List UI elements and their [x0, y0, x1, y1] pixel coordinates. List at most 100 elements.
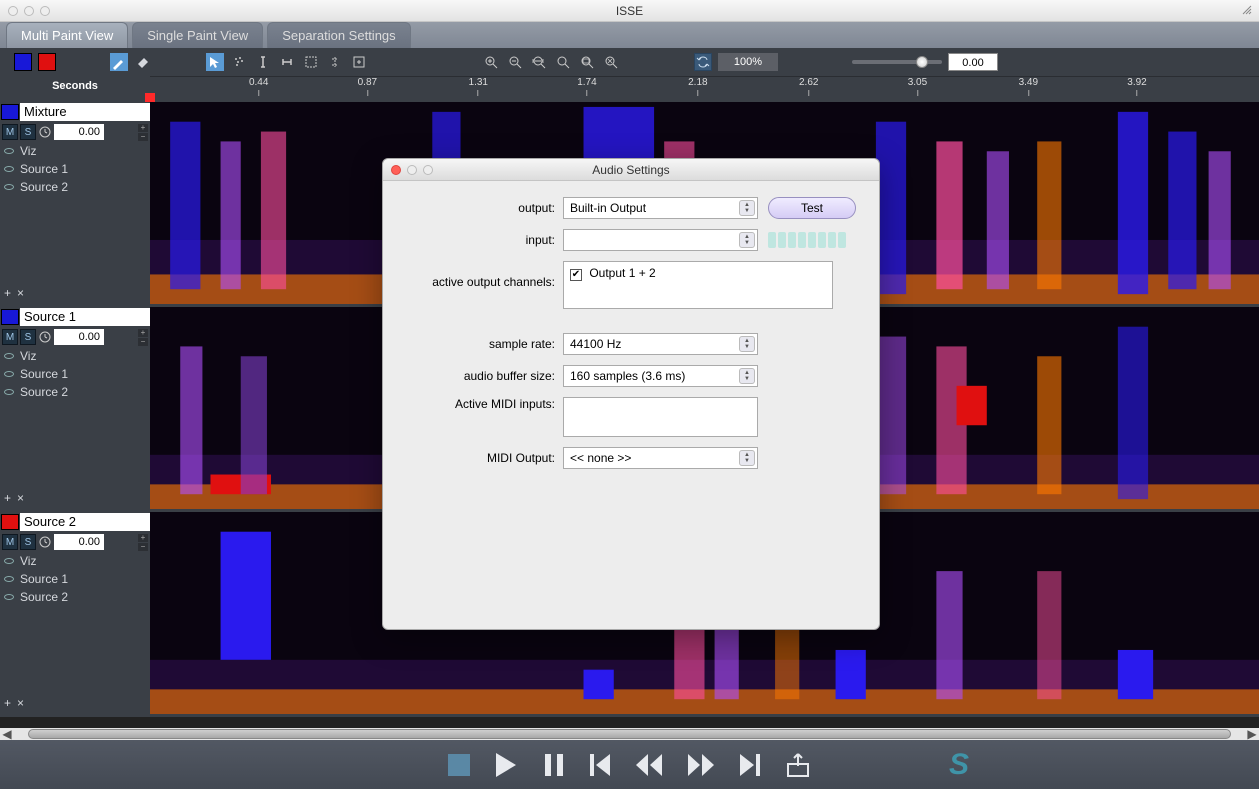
track-item-viz[interactable]: Viz [0, 552, 150, 570]
checkbox-checked-icon[interactable]: ✔ [570, 269, 582, 281]
export-button[interactable] [784, 752, 812, 778]
remove-layer-button[interactable]: × [17, 491, 24, 505]
track-item-source1[interactable]: Source 1 [0, 160, 150, 178]
track-item-source1[interactable]: Source 1 [0, 570, 150, 588]
track-title[interactable]: Mixture [20, 103, 150, 121]
spray-tool-icon[interactable] [230, 53, 248, 71]
track-item-viz[interactable]: Viz [0, 347, 150, 365]
expand-button[interactable]: + [138, 534, 148, 542]
sample-rate-select[interactable]: 44100 Hz ▲▼ [563, 333, 758, 355]
remove-layer-button[interactable]: × [17, 696, 24, 710]
expand-button[interactable]: + [138, 124, 148, 132]
freq-select-tool-icon[interactable] [326, 53, 344, 71]
input-device-select[interactable]: ▲▼ [563, 229, 758, 251]
output-channel-label: Output 1 + 2 [589, 266, 655, 280]
loop-toggle-icon[interactable] [694, 53, 712, 71]
brush-tool-icon[interactable] [110, 53, 128, 71]
add-layer-button[interactable]: + [4, 491, 11, 505]
tab-single-paint-view[interactable]: Single Paint View [132, 22, 263, 48]
zoom-horiz-in-icon[interactable] [530, 53, 548, 71]
clock-icon[interactable] [38, 125, 52, 139]
mute-button[interactable]: M [2, 329, 18, 345]
track-item-source1[interactable]: Source 1 [0, 365, 150, 383]
test-button[interactable]: Test [768, 197, 856, 219]
zoom-out-icon[interactable] [506, 53, 524, 71]
output-channels-listbox[interactable]: ✔ Output 1 + 2 [563, 261, 833, 309]
track-color-swatch[interactable] [1, 309, 19, 325]
track-item-source2[interactable]: Source 2 [0, 178, 150, 196]
output-channel-item[interactable]: ✔ Output 1 + 2 [570, 266, 826, 281]
expand-button[interactable]: + [138, 329, 148, 337]
track-item-label: Source 2 [20, 590, 68, 604]
pause-button[interactable] [542, 752, 566, 778]
track-title[interactable]: Source 1 [20, 308, 150, 326]
input-level-meter [768, 230, 856, 250]
track-item-source2[interactable]: Source 2 [0, 383, 150, 401]
ibeam-tool-icon[interactable] [254, 53, 272, 71]
midi-output-select[interactable]: << none >> ▲▼ [563, 447, 758, 469]
zoom-horiz-out-icon[interactable] [554, 53, 572, 71]
color-swatch-red[interactable] [38, 53, 56, 71]
track-color-swatch[interactable] [1, 104, 19, 120]
solo-button[interactable]: S [20, 329, 36, 345]
tab-separation-settings[interactable]: Separation Settings [267, 22, 410, 48]
midi-inputs-listbox[interactable] [563, 397, 758, 437]
dialog-titlebar[interactable]: Audio Settings [383, 159, 879, 181]
scroll-right-arrow-icon[interactable]: ▶ [1245, 727, 1259, 741]
clock-icon[interactable] [38, 535, 52, 549]
track-time-field[interactable]: 0.00 [54, 534, 104, 550]
ruler-tick: 3.05 [908, 77, 927, 96]
stop-button[interactable] [448, 754, 470, 776]
range-tool-icon[interactable] [278, 53, 296, 71]
rewind-button[interactable] [634, 752, 664, 778]
skip-end-button[interactable] [738, 752, 762, 778]
resize-handle-icon[interactable] [1241, 4, 1253, 16]
buffer-size-select[interactable]: 160 samples (3.6 ms) ▲▼ [563, 365, 758, 387]
zoom-in-icon[interactable] [482, 53, 500, 71]
pointer-tool-icon[interactable] [206, 53, 224, 71]
marquee-tool-icon[interactable] [302, 53, 320, 71]
play-button[interactable] [492, 751, 520, 779]
zoom-selection-icon[interactable] [602, 53, 620, 71]
solo-button[interactable]: S [20, 534, 36, 550]
fast-forward-button[interactable] [686, 752, 716, 778]
solo-button[interactable]: S [20, 124, 36, 140]
skip-start-button[interactable] [588, 752, 612, 778]
time-ruler-row: Seconds 0.44 0.87 1.31 1.74 2.18 2.62 3.… [0, 76, 1259, 102]
clock-icon[interactable] [38, 330, 52, 344]
collapse-button[interactable]: − [138, 133, 148, 141]
track-color-swatch[interactable] [1, 514, 19, 530]
mute-button[interactable]: M [2, 124, 18, 140]
zoom-percent-field[interactable]: 100% [718, 53, 778, 71]
color-swatch-blue[interactable] [14, 53, 32, 71]
horizontal-scrollbar[interactable]: ◀ ▶ [0, 728, 1259, 740]
time-ruler[interactable]: 0.44 0.87 1.31 1.74 2.18 2.62 3.05 3.49 … [150, 76, 1259, 102]
track-item-source2[interactable]: Source 2 [0, 588, 150, 606]
eye-icon [4, 558, 14, 564]
gain-slider-thumb[interactable] [916, 56, 928, 68]
remove-layer-button[interactable]: × [17, 286, 24, 300]
gain-slider[interactable] [852, 60, 942, 64]
add-region-tool-icon[interactable] [350, 53, 368, 71]
track-time-field[interactable]: 0.00 [54, 329, 104, 345]
scrollbar-thumb[interactable] [28, 729, 1231, 739]
zoom-fit-icon[interactable] [578, 53, 596, 71]
collapse-button[interactable]: − [138, 338, 148, 346]
track-time-field[interactable]: 0.00 [54, 124, 104, 140]
add-layer-button[interactable]: + [4, 286, 11, 300]
eye-icon [4, 389, 14, 395]
add-layer-button[interactable]: + [4, 696, 11, 710]
ruler-tick: 2.62 [799, 77, 818, 96]
track-item-viz[interactable]: Viz [0, 142, 150, 160]
scroll-left-arrow-icon[interactable]: ◀ [0, 727, 14, 741]
output-device-select[interactable]: Built-in Output ▲▼ [563, 197, 758, 219]
eye-icon [4, 148, 14, 154]
track-title[interactable]: Source 2 [20, 513, 150, 531]
eye-icon [4, 353, 14, 359]
eraser-tool-icon[interactable] [134, 53, 152, 71]
gain-value-field[interactable]: 0.00 [948, 53, 998, 71]
collapse-button[interactable]: − [138, 543, 148, 551]
tab-multi-paint-view[interactable]: Multi Paint View [6, 22, 128, 48]
mute-button[interactable]: M [2, 534, 18, 550]
sample-rate-label: sample rate: [403, 337, 563, 351]
